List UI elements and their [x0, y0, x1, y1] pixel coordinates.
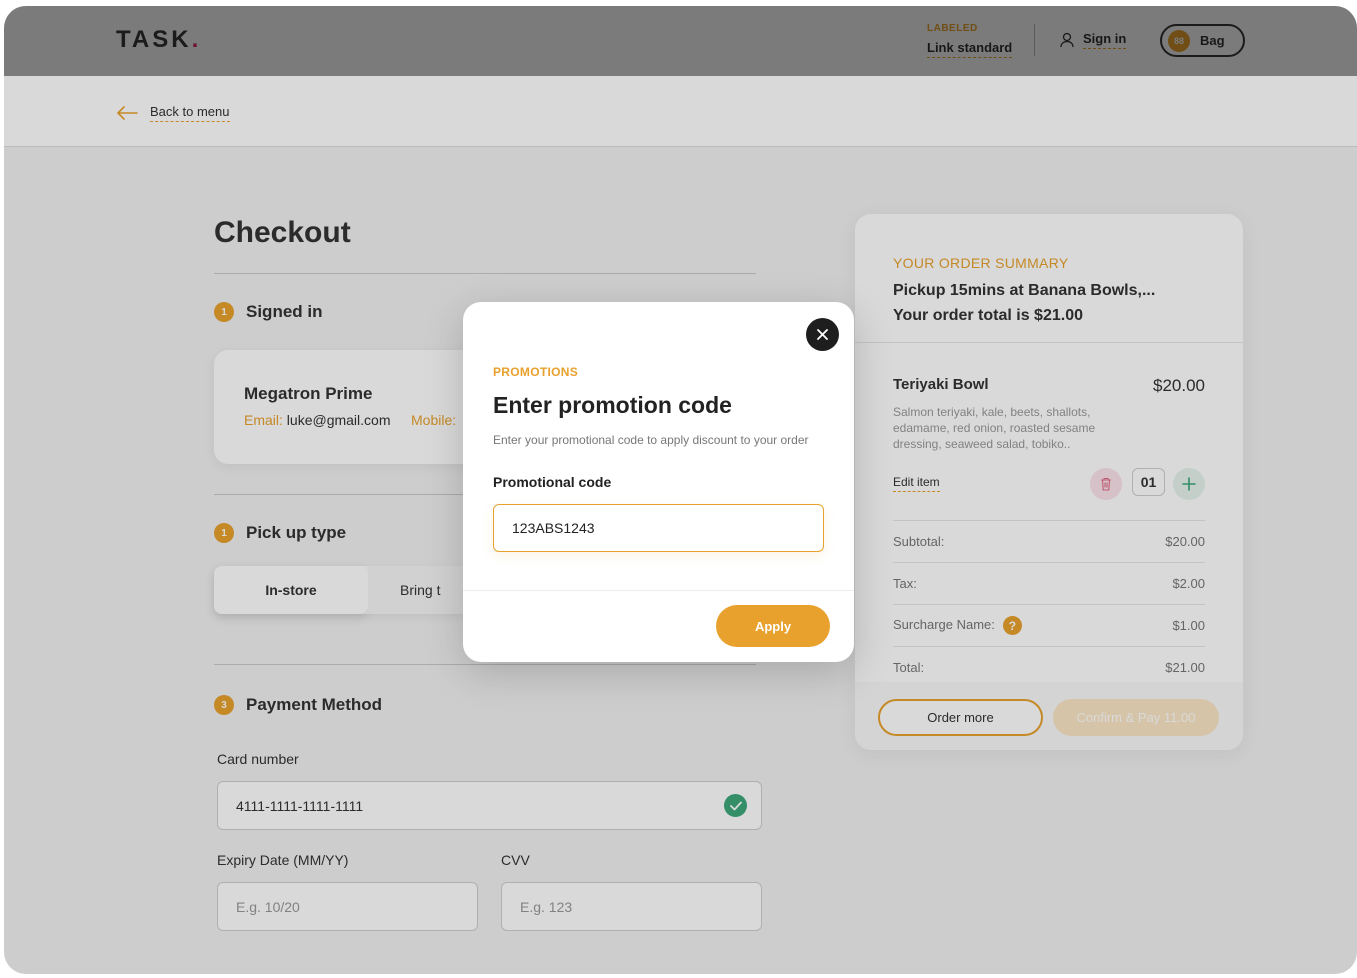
item-price: $20.00 [1153, 376, 1205, 395]
bag-button[interactable]: 88 Bag [1160, 24, 1245, 57]
remove-item-button[interactable] [1090, 468, 1122, 500]
step-number: 3 [214, 695, 234, 715]
modal-title: Enter promotion code [493, 392, 732, 418]
summary-pickup-line: Pickup 15mins at Banana Bowls,... [893, 282, 1156, 299]
step-pickup-type: 1 Pick up type [214, 523, 346, 543]
back-to-menu-label: Back to menu [150, 104, 230, 122]
step-label: Pick up type [246, 523, 347, 542]
modal-kicker: PROMOTIONS [493, 365, 579, 379]
modal-description: Enter your promotional code to apply dis… [493, 433, 809, 447]
user-email: Email: luke@gmail.com [244, 412, 391, 428]
close-icon [817, 329, 828, 340]
user-mobile-label: Mobile: [411, 412, 457, 428]
location-link[interactable]: Link standard [927, 40, 1013, 58]
location-kicker: LABELED [927, 23, 978, 34]
page-title: Checkout [214, 216, 351, 249]
cvv-label: CVV [501, 852, 530, 868]
promo-code-label: Promotional code [493, 474, 612, 490]
row-divider [893, 520, 1205, 521]
expiry-label: Expiry Date (MM/YY) [217, 852, 349, 868]
bag-count-badge: 88 [1168, 29, 1190, 52]
step-number: 1 [214, 523, 234, 543]
check-icon [724, 794, 747, 817]
sign-in-label: Sign in [1083, 31, 1127, 49]
edit-item-link[interactable]: Edit item [893, 475, 940, 492]
item-description: Salmon teriyaki, kale, beets, shallots, … [893, 405, 1096, 451]
item-name: Teriyaki Bowl [893, 376, 989, 393]
sign-in-link[interactable]: Sign in [1059, 31, 1127, 49]
surcharge-row: Surcharge Name:? $1.00 [893, 616, 1205, 635]
back-to-menu-link[interactable]: Back to menu [116, 104, 230, 122]
plus-icon [1182, 477, 1196, 491]
quantity-value: 01 [1132, 468, 1165, 496]
confirm-pay-button[interactable]: Confirm & Pay 11.00 [1053, 699, 1219, 736]
sub-navigation: Back to menu [4, 76, 1357, 147]
order-summary-panel: YOUR ORDER SUMMARY Pickup 15mins at Bana… [855, 214, 1243, 750]
total-row: Total: $21.00 [893, 660, 1205, 675]
promotion-modal: PROMOTIONS Enter promotion code Enter yo… [463, 302, 854, 662]
help-icon[interactable]: ? [1002, 616, 1022, 635]
row-divider [893, 646, 1205, 647]
order-more-button[interactable]: Order more [878, 699, 1043, 736]
increase-quantity-button[interactable] [1173, 468, 1205, 500]
card-number-field[interactable]: 4111-1111-1111-1111 [217, 781, 762, 830]
subtotal-row: Subtotal: $20.00 [893, 534, 1205, 549]
apply-button[interactable]: Apply [716, 605, 830, 647]
trash-icon [1101, 477, 1111, 491]
brand-logo[interactable]: TASK. [116, 26, 201, 54]
pickup-option-in-store[interactable]: In-store [214, 566, 368, 614]
step-number: 1 [214, 302, 234, 322]
modal-divider [463, 590, 854, 591]
card-number-label: Card number [217, 751, 299, 767]
arrow-left-icon [117, 106, 138, 120]
promo-code-input[interactable]: 123ABS1243 [493, 504, 824, 552]
expiry-field[interactable]: E.g. 10/20 [217, 882, 478, 931]
card-number-value: 4111-1111-1111-1111 [236, 797, 364, 814]
user-name: Megatron Prime [244, 384, 373, 403]
row-divider [893, 604, 1205, 605]
header-divider [1034, 24, 1035, 56]
summary-total-line: Your order total is $21.00 [893, 307, 1083, 324]
cvv-field[interactable]: E.g. 123 [501, 882, 762, 931]
section-divider [214, 664, 756, 665]
summary-divider [855, 342, 1243, 343]
step-payment-method: 3 Payment Method [214, 695, 382, 715]
tax-row: Tax: $2.00 [893, 576, 1205, 591]
user-icon [1060, 32, 1074, 48]
summary-kicker: YOUR ORDER SUMMARY [893, 255, 1069, 271]
close-modal-button[interactable] [806, 318, 839, 351]
row-divider [893, 562, 1205, 563]
step-label: Signed in [246, 302, 323, 321]
step-label: Payment Method [246, 695, 383, 714]
step-signed-in: 1 Signed in [214, 302, 323, 322]
title-divider [214, 273, 756, 274]
bag-label: Bag [1200, 33, 1225, 48]
